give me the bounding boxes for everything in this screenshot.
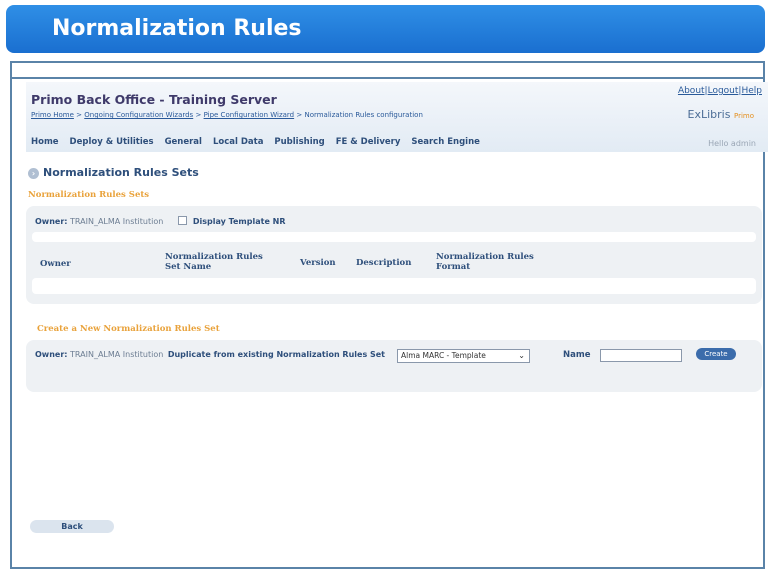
main-nav: Home Deploy & Utilities General Local Da… [31, 137, 488, 147]
duplicate-select[interactable]: Alma MARC - Template ⌄ [397, 349, 530, 363]
sets-owner: Owner: TRAIN_ALMA Institution Display Te… [35, 216, 286, 226]
logout-link[interactable]: Logout [708, 86, 739, 96]
breadcrumb-separator: > [296, 111, 303, 119]
exlibris-logo: ExLibris Primo [688, 108, 754, 121]
greeting: Hello admin [708, 139, 756, 148]
duplicate-label: Duplicate from existing Normalization Ru… [167, 350, 386, 359]
sets-panel-divider [32, 232, 756, 242]
slide-title-bar: Normalization Rules [6, 5, 765, 53]
breadcrumb-current: Normalization Rules configuration [304, 111, 423, 119]
name-input[interactable] [600, 349, 682, 362]
create-panel [26, 340, 762, 392]
column-header-description[interactable]: Description [356, 258, 411, 268]
duplicate-select-value: Alma MARC - Template [401, 351, 486, 360]
breadcrumb-pipe-wizard[interactable]: Pipe Configuration Wizard [204, 111, 295, 119]
sets-table-empty-row [32, 278, 756, 294]
nav-home[interactable]: Home [31, 137, 59, 147]
primo-back-office: Primo Back Office - Training Server Abou… [26, 82, 768, 562]
app-header: Primo Back Office - Training Server Abou… [26, 82, 768, 152]
name-label: Name [563, 350, 591, 360]
nav-fe-delivery[interactable]: FE & Delivery [336, 137, 401, 147]
slide-title: Normalization Rules [52, 16, 302, 41]
nav-local-data[interactable]: Local Data [213, 137, 264, 147]
breadcrumb-separator: > [76, 111, 83, 119]
display-template-label: Display Template NR [192, 217, 286, 226]
create-section-title: Create a New Normalization Rules Set [37, 324, 220, 334]
page-title: › Normalization Rules Sets [28, 166, 199, 179]
nav-publishing[interactable]: Publishing [274, 137, 324, 147]
back-button[interactable]: Back [30, 520, 114, 533]
create-owner-value: TRAIN_ALMA Institution [70, 350, 164, 359]
chevron-down-icon: ⌄ [518, 351, 525, 360]
sets-owner-label: Owner: [35, 217, 68, 226]
about-link[interactable]: About [678, 86, 705, 96]
create-owner-label: Owner: [35, 350, 68, 359]
logo-brand: ExLibris [687, 108, 731, 121]
column-header-version[interactable]: Version [300, 258, 336, 268]
display-template-checkbox[interactable] [177, 216, 187, 225]
page-title-text: Normalization Rules Sets [43, 166, 199, 179]
logo-product: Primo [733, 112, 754, 120]
slide: Normalization Rules Primo Back Office - … [0, 0, 771, 582]
column-header-owner[interactable]: Owner [40, 259, 71, 269]
nav-search-engine[interactable]: Search Engine [411, 137, 480, 147]
nav-general[interactable]: General [165, 137, 202, 147]
breadcrumb: Primo Home > Ongoing Configuration Wizar… [31, 111, 423, 119]
nav-deploy-utilities[interactable]: Deploy & Utilities [70, 137, 154, 147]
breadcrumb-primo-home[interactable]: Primo Home [31, 111, 74, 119]
help-link[interactable]: Help [741, 86, 762, 96]
create-owner: Owner: TRAIN_ALMA Institution Duplicate … [35, 350, 385, 359]
top-links: About|Logout|Help [677, 86, 762, 96]
arrow-bullet-icon: › [28, 168, 39, 179]
breadcrumb-separator: > [195, 111, 202, 119]
app-title: Primo Back Office - Training Server [31, 92, 277, 107]
breadcrumb-ongoing-wizards[interactable]: Ongoing Configuration Wizards [84, 111, 193, 119]
create-button[interactable]: Create [696, 348, 736, 360]
sets-section-title: Normalization Rules Sets [28, 190, 150, 200]
sets-owner-value: TRAIN_ALMA Institution [70, 217, 164, 226]
column-header-set-name[interactable]: Normalization Rules Set Name [165, 252, 275, 272]
column-header-format[interactable]: Normalization Rules Format [436, 252, 546, 272]
